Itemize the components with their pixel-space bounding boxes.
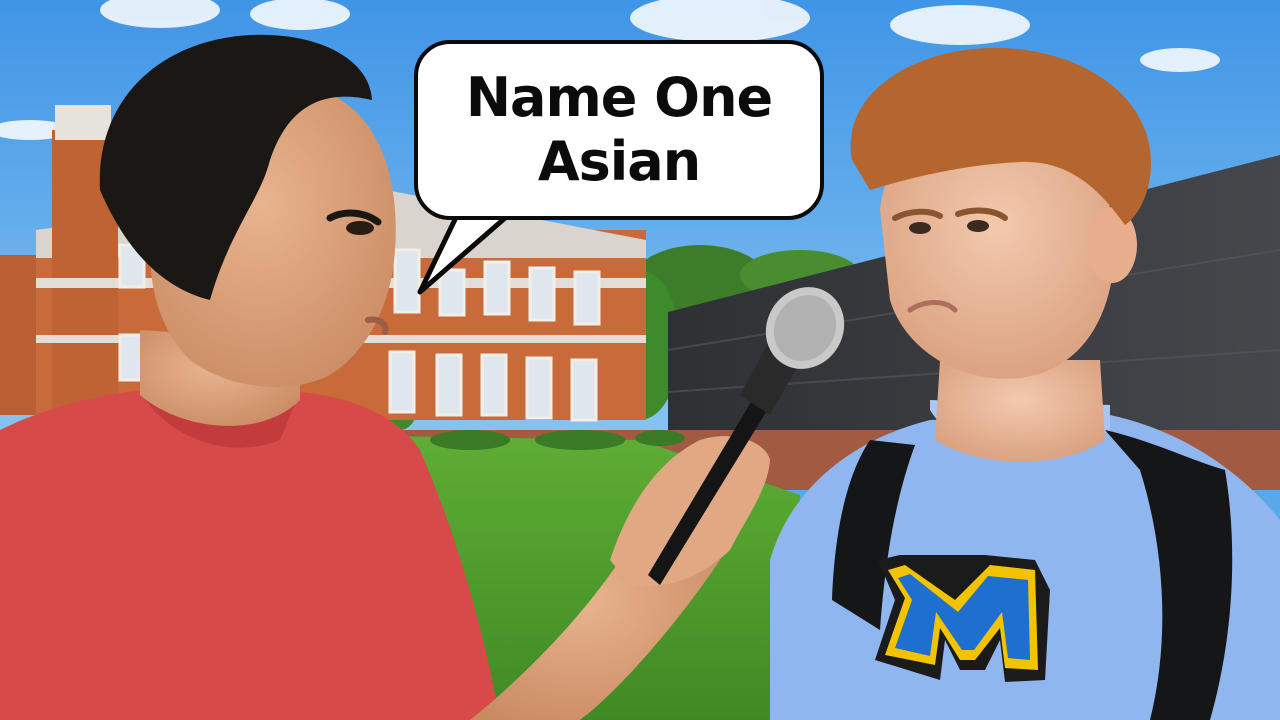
- speech-bubble: Name One Asian: [414, 40, 824, 220]
- thumbnail-scene: M Name One Asian: [0, 0, 1280, 720]
- speech-bubble-line-1: Name One: [465, 66, 773, 129]
- speech-bubble-line-2: Asian: [537, 130, 701, 193]
- speech-bubble-box: Name One Asian: [414, 40, 824, 220]
- m-logo-patch: M: [875, 555, 1050, 682]
